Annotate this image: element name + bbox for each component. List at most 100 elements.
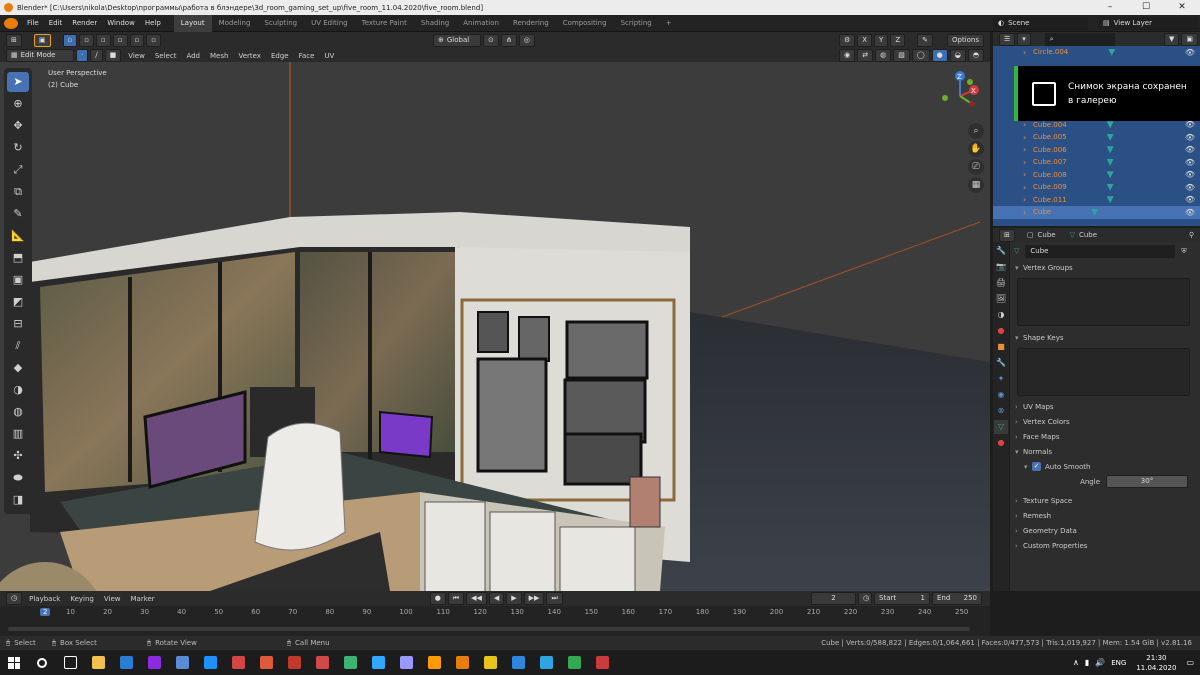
options-dropdown[interactable]: Options — [946, 34, 984, 47]
rendered-shading-icon[interactable]: ◓ — [967, 49, 984, 62]
tray-chevron-icon[interactable]: ∧ — [1073, 658, 1079, 667]
render-tab-icon[interactable]: 📷 — [994, 260, 1008, 274]
timeline-menu-playback[interactable]: Playback — [24, 595, 65, 603]
menu-file[interactable]: File — [22, 15, 44, 32]
explorer-icon[interactable] — [84, 650, 112, 675]
select-mode-button[interactable]: ▣ — [33, 34, 51, 47]
axis-x-toggle[interactable]: X — [857, 34, 873, 47]
tab-rendering[interactable]: Rendering — [506, 15, 556, 32]
visibility-eye-icon[interactable]: 👁 — [1185, 208, 1195, 217]
store-icon[interactable] — [112, 650, 140, 675]
prop-header-object[interactable]: Cube — [1038, 231, 1056, 239]
language-indicator[interactable]: ENG — [1111, 659, 1126, 667]
axis-gizmo-icon[interactable]: Z X — [930, 68, 990, 128]
shrink-fatten-tool-icon[interactable]: ✣ — [7, 446, 29, 466]
snap-icon[interactable]: ⋔ — [500, 34, 517, 47]
vp-menu-view[interactable]: View — [123, 52, 150, 60]
section-remesh[interactable]: › Remesh — [1010, 508, 1200, 523]
outliner-editor-icon[interactable]: ☰ — [999, 32, 1016, 46]
outliner-item[interactable]: › Cube.008 👁 — [993, 169, 1200, 182]
mode-subtract-icon[interactable]: ▫ — [129, 34, 145, 47]
next-key-icon[interactable]: ▶▶ — [523, 592, 545, 605]
mode-extend-icon[interactable]: ▫ — [112, 34, 128, 47]
outliner-item[interactable]: › Cube.006 👁 — [993, 144, 1200, 157]
search-icon[interactable] — [28, 650, 56, 675]
editor-type-button[interactable]: ⊞ — [6, 34, 22, 47]
app-red4-icon[interactable] — [308, 650, 336, 675]
loop-cut-tool-icon[interactable]: ⊟ — [7, 314, 29, 334]
timeline-menu-marker[interactable]: Marker — [125, 595, 159, 603]
menu-edit[interactable]: Edit — [44, 15, 68, 32]
view-layer-selector[interactable]: ▤ View Layer — [1098, 16, 1198, 30]
3d-viewport[interactable]: User Perspective (2) Cube — [0, 62, 990, 591]
app-green-icon[interactable] — [336, 650, 364, 675]
outliner-item[interactable]: › Cube.009 👁 — [993, 181, 1200, 194]
timeline-menu-keying[interactable]: Keying — [65, 595, 99, 603]
menu-help[interactable]: Help — [140, 15, 166, 32]
vp-menu-face[interactable]: Face — [294, 52, 320, 60]
vp-menu-vertex[interactable]: Vertex — [233, 52, 266, 60]
mesh-name-field[interactable]: Cube — [1025, 244, 1176, 258]
screenshot-toast[interactable]: Снимок экрана сохранен в галерею — [1014, 66, 1200, 121]
preview-range-icon[interactable]: ◷ — [858, 592, 872, 605]
rotate-tool-icon[interactable]: ↻ — [7, 138, 29, 158]
visibility-eye-icon[interactable]: 👁 — [1185, 145, 1195, 154]
app-red3-icon[interactable] — [280, 650, 308, 675]
tab-animation[interactable]: Animation — [456, 15, 506, 32]
transform-tool-icon[interactable]: ⧉ — [7, 182, 29, 202]
vp-menu-mesh[interactable]: Mesh — [205, 52, 233, 60]
prop-header-data[interactable]: Cube — [1079, 231, 1097, 239]
tab-uv-editing[interactable]: UV Editing — [304, 15, 355, 32]
outliner-item[interactable]: › Cube.005 👁 — [993, 131, 1200, 144]
mode-dropdown[interactable]: ▦ Edit Mode — [6, 49, 74, 62]
task-view-icon[interactable] — [56, 650, 84, 675]
blender-icon[interactable] — [448, 650, 476, 675]
visibility-eye-icon[interactable]: 👁 — [1185, 133, 1195, 142]
app-blue-icon[interactable] — [168, 650, 196, 675]
data-tab-icon[interactable]: ▽ — [994, 420, 1008, 434]
timeline-editor-icon[interactable]: ◷ — [6, 592, 23, 605]
outliner-item[interactable]: › Cube.007 👁 — [993, 156, 1200, 169]
record-icon[interactable]: ● — [429, 592, 446, 605]
material-tab-icon[interactable]: ● — [994, 436, 1008, 450]
face-mode-icon[interactable]: ■ — [104, 49, 122, 62]
app-red-icon[interactable] — [224, 650, 252, 675]
navigation-gizmo[interactable]: Z X ⌕ ✋ ⎚ ▦ — [930, 68, 990, 198]
wrench-icon[interactable]: ✎ — [917, 34, 933, 47]
fake-user-icon[interactable]: ⛨ — [1181, 247, 1186, 256]
vertex-select-icon[interactable]: ▫ — [62, 34, 78, 47]
tab-scripting[interactable]: Scripting — [614, 15, 659, 32]
section-shape-keys[interactable]: ▾ Shape Keys — [1010, 330, 1200, 345]
auto-smooth-checkbox[interactable]: ✓ — [1032, 462, 1041, 471]
menu-render[interactable]: Render — [67, 15, 102, 32]
maximize-button[interactable]: ☐ — [1128, 0, 1164, 15]
tab-texture-paint[interactable]: Texture Paint — [355, 15, 414, 32]
mode-intersect-icon[interactable]: ▫ — [146, 34, 161, 47]
poly-build-tool-icon[interactable]: ◆ — [7, 358, 29, 378]
tab-sculpting[interactable]: Sculpting — [257, 15, 304, 32]
vp-menu-edge[interactable]: Edge — [266, 52, 294, 60]
knife-tool-icon[interactable]: ⫽ — [7, 336, 29, 356]
visibility-eye-icon[interactable]: 👁 — [1185, 195, 1195, 204]
constraints-tab-icon[interactable]: ⊗ — [994, 404, 1008, 418]
pan-hand-icon[interactable]: ✋ — [968, 141, 984, 157]
vp-menu-select[interactable]: Select — [150, 52, 182, 60]
material-shading-icon[interactable]: ◒ — [949, 49, 966, 62]
scene-tab-icon[interactable]: ◑ — [994, 308, 1008, 322]
network-icon[interactable]: ▮ — [1085, 658, 1089, 667]
visibility-icon[interactable]: ◉ — [839, 49, 856, 62]
rip-tool-icon[interactable]: ◨ — [7, 490, 29, 510]
outliner-search-input[interactable]: ⌕ — [1044, 32, 1115, 46]
tab-layout[interactable]: Layout — [173, 14, 212, 32]
illustrator-icon[interactable] — [420, 650, 448, 675]
vertex-mode-icon[interactable]: · — [76, 49, 89, 62]
outliner-item[interactable]: › Cube.011 👁 — [993, 194, 1200, 207]
current-frame-marker[interactable]: 2 — [40, 608, 51, 616]
pin-icon[interactable]: ⚲ — [1189, 231, 1194, 239]
overlay-icon[interactable]: ◍ — [875, 49, 892, 62]
edge-mode-icon[interactable]: / — [90, 49, 103, 62]
app-m-icon[interactable] — [476, 650, 504, 675]
xray-icon[interactable]: ▧ — [893, 49, 910, 62]
move-tool-icon[interactable]: ✥ — [7, 116, 29, 136]
ortho-grid-icon[interactable]: ▦ — [968, 177, 984, 193]
